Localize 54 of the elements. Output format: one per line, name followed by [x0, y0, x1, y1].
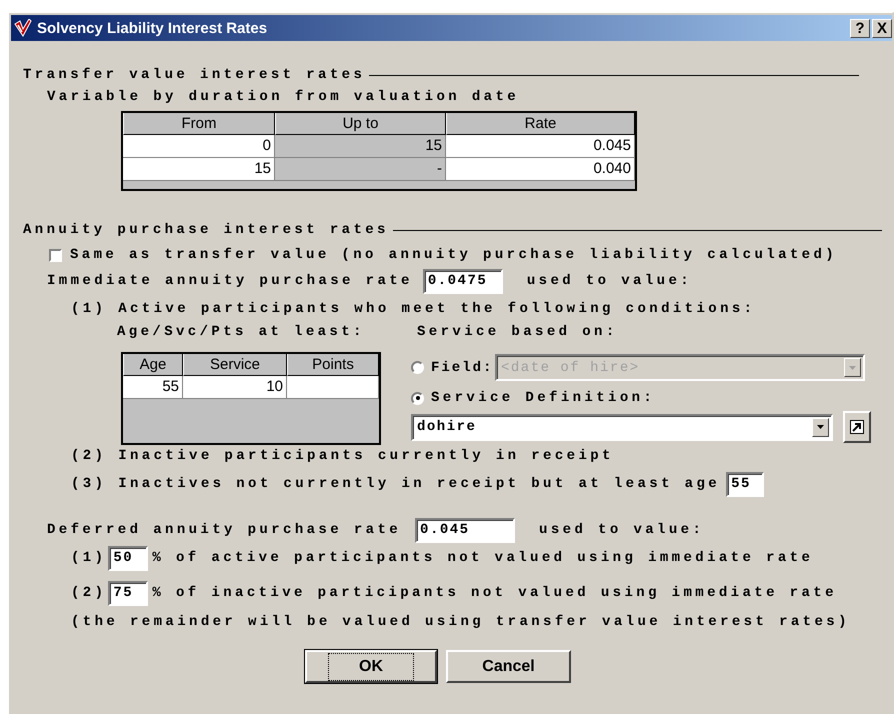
table-cell[interactable]: -: [275, 158, 446, 181]
text-field[interactable]: 50: [108, 546, 148, 570]
caret-icon: [849, 366, 856, 370]
field-label: used to value:: [526, 273, 692, 289]
table-cell[interactable]: 0.045: [446, 135, 635, 158]
help-button[interactable]: ?: [850, 18, 870, 38]
field-label: used to value:: [539, 522, 704, 538]
section-subheading: Variable by duration from valuation date: [47, 89, 520, 105]
column-header: From: [123, 113, 275, 135]
item-text: % of active participants not valued using immediate rate: [152, 550, 814, 566]
condition-text: (1) Active participants who meet the following conditions:: [71, 301, 756, 317]
column-header: Service: [183, 354, 287, 376]
checkbox[interactable]: [49, 248, 62, 262]
column-header: Points: [287, 354, 379, 376]
section-heading: Annuity purchase interest rates: [23, 222, 389, 238]
column-header: Up to: [275, 113, 446, 135]
field-label: Immediate annuity purchase rate: [47, 273, 413, 289]
column-header: Rate: [446, 113, 635, 135]
text-field[interactable]: 55: [726, 472, 764, 496]
item-number: (2): [71, 585, 106, 601]
text-field[interactable]: 0.045: [415, 518, 516, 542]
text-field[interactable]: 0.0475: [422, 268, 503, 294]
table-cell[interactable]: 15: [123, 158, 275, 181]
radio-button[interactable]: [411, 392, 424, 404]
table-cell[interactable]: 15: [275, 135, 446, 158]
table-cell[interactable]: [287, 376, 379, 399]
link-arrow-icon: [850, 420, 864, 434]
field-label: Service based on:: [417, 324, 618, 340]
checkbox-label: Same as transfer value (no annuity purchase liability calculated): [70, 247, 838, 263]
table-label: Age/Svc/Pts at least:: [117, 324, 366, 340]
radio-label: Field:: [431, 360, 494, 376]
caret-icon: [817, 425, 824, 429]
item-number: (1): [71, 550, 106, 566]
dropdown[interactable]: dohire: [411, 414, 833, 440]
note-text: (the remainder will be valued using transfer value interest rates): [71, 614, 850, 630]
radio-button[interactable]: [411, 361, 424, 374]
condition-text: (3) Inactives not currently in receipt but at least age: [71, 476, 720, 492]
text-field[interactable]: 75: [108, 580, 148, 606]
dialog-button[interactable]: OK: [305, 650, 437, 683]
field-label: Deferred annuity purchase rate: [47, 522, 402, 538]
table-cell[interactable]: 0: [123, 135, 275, 158]
table-cell[interactable]: 0.040: [446, 158, 635, 181]
column-header: Age: [123, 354, 183, 376]
close-button[interactable]: X: [872, 18, 892, 38]
table-cell[interactable]: 55: [123, 376, 183, 399]
app-logo-icon: [14, 19, 32, 37]
dialog-button[interactable]: Cancel: [446, 650, 571, 683]
section-heading: Transfer value interest rates: [23, 67, 366, 83]
open-button[interactable]: [843, 411, 871, 443]
table-cell[interactable]: 10: [183, 376, 287, 399]
condition-text: (2) Inactive participants currently in receipt: [71, 448, 614, 464]
window-title: Solvency Liability Interest Rates: [37, 20, 268, 36]
item-text: % of inactive participants not valued using immediate rate: [152, 585, 837, 601]
radio-label: Service Definition:: [431, 390, 656, 406]
